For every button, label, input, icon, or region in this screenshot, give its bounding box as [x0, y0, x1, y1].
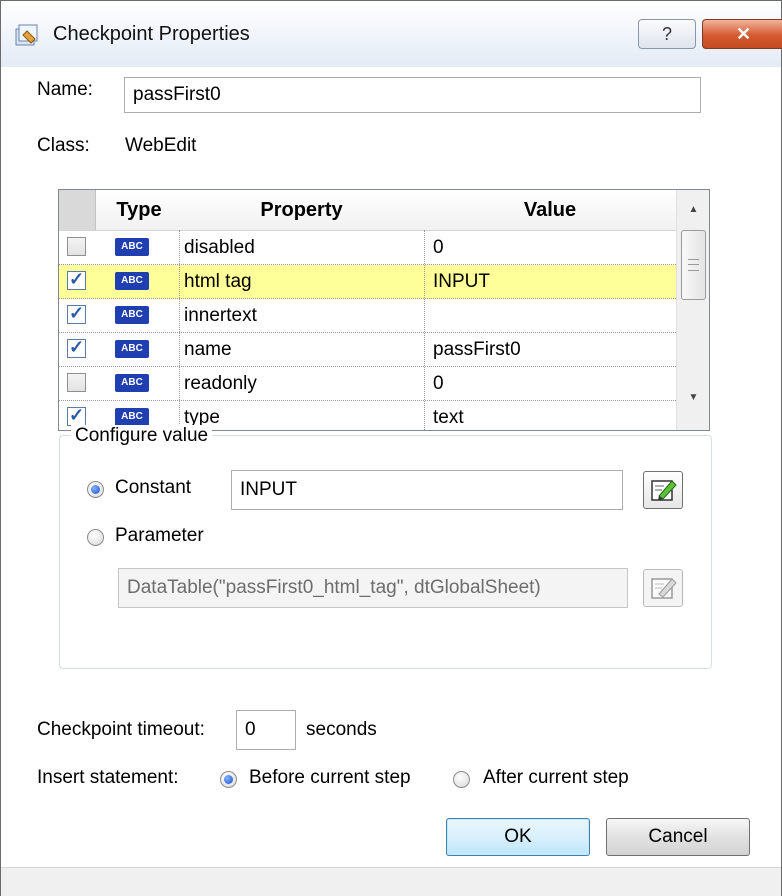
abc-type-icon: ABC [115, 272, 149, 290]
ok-button[interactable]: OK [446, 818, 590, 856]
checkpoint-properties-dialog: Checkpoint Properties ? ✕ Name: Class: W… [0, 0, 782, 896]
checkpoint-properties-icon [15, 24, 38, 46]
window-title: Checkpoint Properties [53, 23, 250, 45]
row-checkbox[interactable] [67, 405, 86, 426]
parameter-label[interactable]: Parameter [115, 525, 204, 547]
value-cell[interactable]: 0 [433, 231, 444, 264]
close-button[interactable]: ✕ [702, 19, 782, 49]
status-bar [1, 867, 781, 896]
scroll-down-arrow-icon[interactable]: ▼ [677, 386, 709, 410]
after-current-step-label[interactable]: After current step [483, 767, 629, 789]
scrollbar-thumb[interactable] [681, 230, 706, 300]
abc-type-icon: ABC [115, 374, 149, 392]
row-checkbox[interactable] [67, 303, 86, 324]
property-cell: name [184, 339, 232, 360]
parameter-radio[interactable] [87, 529, 104, 546]
header-type[interactable]: Type [99, 190, 179, 230]
abc-type-icon: ABC [115, 306, 149, 324]
abc-type-icon: ABC [115, 238, 149, 256]
configure-value-title: Configure value [71, 425, 213, 447]
edit-pencil-icon [651, 578, 677, 599]
class-label: Class: [37, 135, 90, 156]
value-cell[interactable]: 0 [433, 367, 444, 400]
title-bar[interactable]: Checkpoint Properties ? ✕ [1, 1, 782, 67]
column-divider [179, 230, 180, 430]
table-row[interactable]: ABC readonly 0 [59, 367, 676, 401]
edit-pencil-icon [651, 480, 677, 501]
column-divider [424, 230, 425, 430]
class-value: WebEdit [125, 135, 197, 156]
row-checkbox[interactable] [67, 373, 86, 392]
property-cell: disabled [184, 237, 255, 258]
table-row[interactable]: ABC html tag INPUT [59, 265, 676, 299]
grip-icon [688, 259, 699, 271]
scroll-up-arrow-icon[interactable]: ▲ [677, 198, 709, 222]
property-cell: readonly [184, 373, 257, 394]
abc-type-icon: ABC [115, 408, 149, 426]
edit-parameter-button [643, 569, 683, 607]
properties-grid[interactable]: Type Property Value ABC disabled 0 ABC h… [58, 189, 710, 431]
table-row[interactable]: ABC name passFirst0 [59, 333, 676, 367]
constant-label[interactable]: Constant [115, 477, 191, 499]
row-checkbox[interactable] [67, 237, 86, 256]
value-cell[interactable]: passFirst0 [433, 333, 521, 366]
property-cell: innertext [184, 305, 257, 326]
edit-constant-button[interactable] [643, 471, 683, 509]
after-current-step-radio[interactable] [453, 771, 470, 788]
abc-type-icon: ABC [115, 340, 149, 358]
value-cell[interactable]: INPUT [433, 265, 490, 298]
insert-statement-label: Insert statement: [37, 767, 179, 788]
timeout-label: Checkpoint timeout: [37, 719, 205, 740]
before-current-step-radio[interactable] [220, 771, 237, 788]
property-cell: html tag [184, 271, 252, 292]
before-current-step-label[interactable]: Before current step [249, 767, 411, 789]
parameter-value-field: DataTable("passFirst0_html_tag", dtGloba… [118, 568, 628, 608]
row-checkbox[interactable] [67, 337, 86, 358]
grid-vertical-scrollbar[interactable]: ▲ ▼ [676, 190, 709, 430]
select-all-corner[interactable] [59, 190, 96, 230]
row-checkbox[interactable] [67, 269, 86, 290]
timeout-unit: seconds [306, 719, 377, 740]
table-row[interactable]: ABC innertext [59, 299, 676, 333]
name-label: Name: [37, 79, 93, 100]
constant-radio[interactable] [87, 481, 104, 498]
timeout-field[interactable] [236, 710, 296, 750]
value-cell[interactable]: text [433, 401, 464, 430]
table-row[interactable]: ABC disabled 0 [59, 231, 676, 265]
grid-header: Type Property Value [59, 190, 676, 231]
header-property[interactable]: Property [179, 190, 424, 230]
header-value[interactable]: Value [424, 190, 676, 230]
help-button[interactable]: ? [638, 19, 696, 49]
constant-value-field[interactable] [231, 470, 623, 510]
name-field[interactable] [124, 77, 701, 113]
cancel-button[interactable]: Cancel [606, 818, 750, 856]
